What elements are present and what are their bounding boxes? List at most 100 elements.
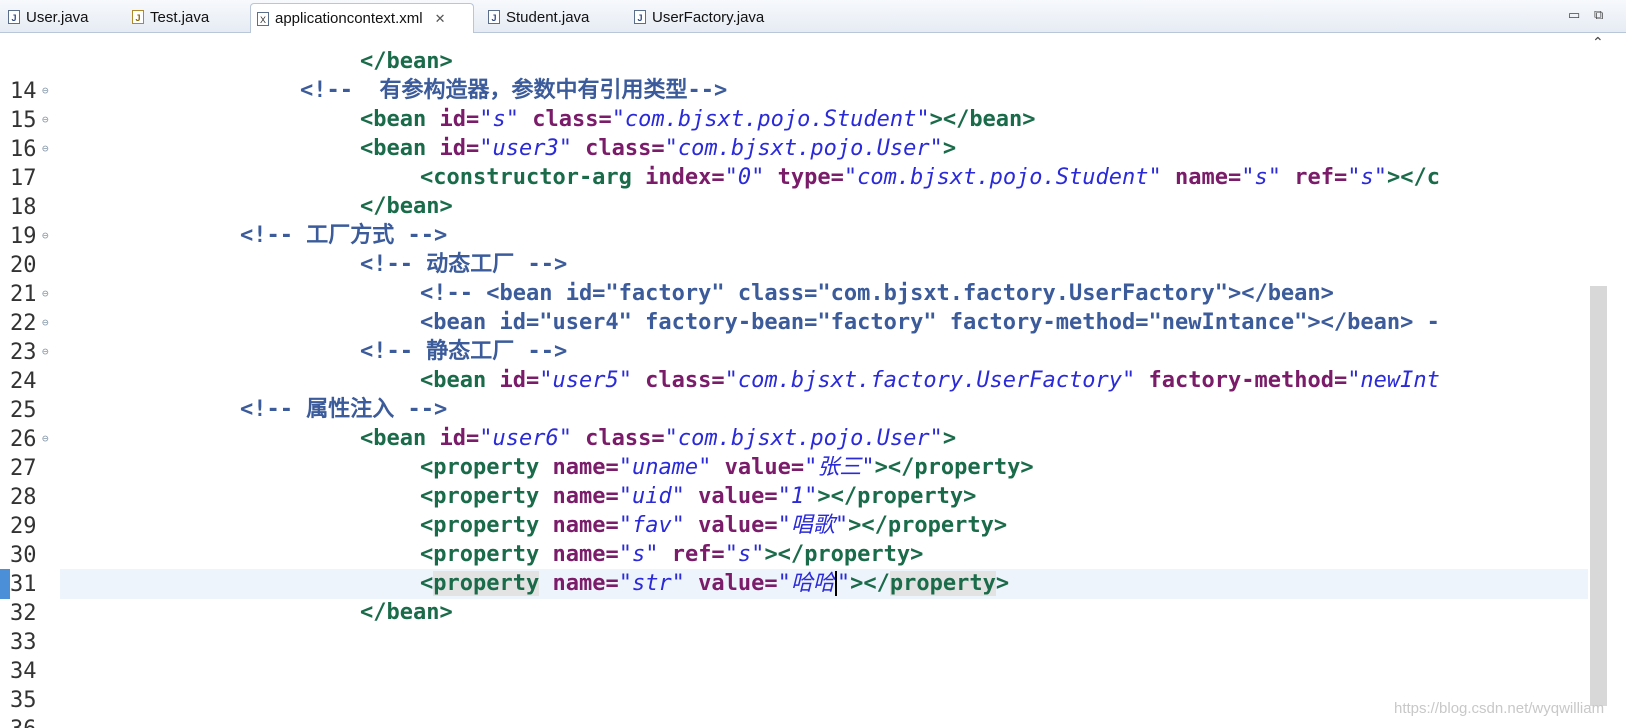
close-tab-icon[interactable]: ✕ — [435, 11, 446, 27]
code-attr: id= — [426, 426, 480, 451]
code-tag: > — [942, 136, 957, 161]
code-line: 23 ⊖ <bean id="user4" factory-bean="fact… — [0, 308, 1588, 365]
code-tag: ></ — [764, 542, 805, 567]
code-tag: > — [963, 484, 977, 509]
tab-label: Student.java — [506, 8, 590, 26]
code-line: 31 <property name="s" ref="s"></property… — [0, 540, 1588, 597]
code-attr: value= — [711, 455, 805, 480]
code-tag: < — [420, 571, 434, 596]
code-tag: property — [857, 484, 964, 509]
minimize-icon[interactable]: ▭ — [1568, 7, 1580, 23]
maximize-icon[interactable]: ⧉ — [1594, 7, 1603, 23]
code-value: "s" — [479, 107, 519, 132]
tab-test-java[interactable]: J Test.java — [126, 3, 215, 31]
code-line: 22 ⊖ <!-- <bean id="factory" class="com.… — [0, 279, 1588, 336]
code-line: 21 <!-- 动态工厂 --> — [0, 250, 1588, 307]
scrollbar-thumb[interactable] — [1590, 286, 1607, 706]
code-attr: index= — [631, 165, 725, 190]
fold-icon[interactable]: ⊖ — [42, 105, 49, 135]
code-tag: > — [1020, 455, 1034, 480]
code-line: 20 ⊖ <!-- 工厂方式 --> — [0, 221, 1588, 278]
fold-icon[interactable]: ⊖ — [42, 279, 49, 309]
code-tag: <bean — [360, 107, 427, 132]
line-number: 36 — [10, 715, 60, 728]
code-line: 19 </bean> — [0, 192, 1588, 249]
code-tag: > — [910, 542, 924, 567]
xml-comment: <!-- 有参构造器，参数中有引用类型--> — [300, 78, 728, 103]
code-attr: name= — [539, 542, 619, 567]
code-attr: name= — [539, 484, 619, 509]
code-tag: ></bean> — [929, 107, 1036, 132]
chevron-up-icon[interactable]: ⌃ — [1592, 35, 1604, 51]
fold-icon[interactable]: ⊖ — [42, 337, 49, 367]
fold-icon[interactable]: ⊖ — [42, 134, 49, 164]
code-tag: <bean — [420, 368, 487, 393]
tab-applicationcontext-xml[interactable]: X applicationcontext.xml ✕ — [250, 3, 474, 33]
tab-userfactory-java[interactable]: J UserFactory.java — [628, 3, 770, 31]
code-value: "s" — [618, 542, 659, 567]
text-cursor: " — [834, 571, 851, 596]
code-line: 33 </bean> — [0, 598, 1588, 655]
code-value: "uid" — [618, 484, 685, 509]
code-attr: factory-method= — [1135, 368, 1348, 393]
code-value: "com.bjsxt.pojo.User" — [664, 426, 943, 451]
code-tag: > — [995, 571, 1010, 596]
code-attr: name= — [539, 513, 619, 538]
java-file-icon: J — [488, 10, 500, 24]
vertical-scrollbar[interactable]: ⌃ — [1590, 33, 1620, 706]
code-tag: ></c — [1386, 165, 1440, 190]
code-tag-highlighted: property — [433, 571, 540, 596]
code-attr: ref= — [658, 542, 725, 567]
code-line: 18 <constructor-arg index="0" type="com.… — [0, 163, 1588, 220]
tab-label: User.java — [26, 8, 89, 26]
code-line: 30 <property name="fav" value="唱歌"></pro… — [0, 511, 1588, 568]
code-value: "uname" — [618, 455, 712, 480]
tab-label: Test.java — [150, 8, 210, 26]
xml-comment: <!-- 工厂方式 --> — [240, 223, 448, 248]
tab-student-java[interactable]: J Student.java — [482, 3, 595, 31]
code-attr: class= — [631, 368, 725, 393]
fold-icon[interactable]: ⊖ — [42, 424, 49, 454]
code-value: "newInt — [1347, 368, 1440, 393]
code-tag: </bean> — [360, 194, 453, 219]
code-tag-highlighted: property — [889, 571, 996, 596]
code-editor[interactable]: 14 </bean> 15 ⊖ <!-- 有参构造器，参数中有引用类型--> 1… — [0, 33, 1626, 728]
code-tag: ></ — [848, 513, 888, 538]
code-line: 26 <!-- 属性注入 --> — [0, 395, 1588, 452]
code-attr: name= — [539, 455, 619, 480]
java-file-icon: J — [8, 10, 20, 24]
code-line-current: 32 <property name="str" value="哈哈"></pro… — [0, 569, 1588, 626]
code-tag: ></ — [874, 455, 915, 480]
code-value: "com.bjsxt.pojo.Student" — [611, 107, 930, 132]
code-attr: class= — [518, 107, 612, 132]
code-line: 24 ⊖ <!-- 静态工厂 --> — [0, 337, 1588, 394]
fold-icon[interactable]: ⊖ — [42, 308, 49, 338]
code-line: 29 <property name="uid" value="1"></prop… — [0, 482, 1588, 539]
tab-label: UserFactory.java — [652, 8, 765, 26]
code-line: 28 <property name="uname" value="张三"></p… — [0, 453, 1588, 510]
xml-comment: <!-- 静态工厂 --> — [360, 339, 568, 364]
code-value: "唱歌" — [777, 513, 849, 538]
xml-comment: <!-- <bean id="factory" class="com.bjsxt… — [420, 281, 1334, 306]
fold-icon[interactable]: ⊖ — [42, 76, 49, 106]
code-tag: ></ — [817, 484, 858, 509]
tab-label: applicationcontext.xml — [275, 10, 423, 27]
code-tag: <constructor-arg — [420, 165, 632, 190]
fold-icon[interactable]: ⊖ — [42, 221, 49, 251]
code-attr: value= — [684, 484, 778, 509]
xml-comment: <!-- 动态工厂 --> — [360, 252, 568, 277]
code-tag: > — [993, 513, 1008, 538]
code-line: 34 — [0, 627, 1588, 684]
java-file-icon: J — [634, 10, 646, 24]
code-value: "s" — [1347, 165, 1387, 190]
java-test-file-icon: J — [132, 10, 144, 24]
code-line: 15 ⊖ <!-- 有参构造器，参数中有引用类型--> — [0, 76, 1588, 133]
watermark: https://blog.csdn.net/wyqwilliam — [1394, 700, 1605, 717]
code-value: "com.bjsxt.pojo.Student" — [843, 165, 1162, 190]
code-line: 35 — [0, 656, 1588, 713]
code-value: "fav" — [618, 513, 685, 538]
tab-user-java[interactable]: J User.java — [2, 3, 95, 31]
code-attr: ref= — [1281, 165, 1348, 190]
code-tag: </bean> — [360, 49, 453, 74]
code-tag: <property — [420, 542, 540, 567]
